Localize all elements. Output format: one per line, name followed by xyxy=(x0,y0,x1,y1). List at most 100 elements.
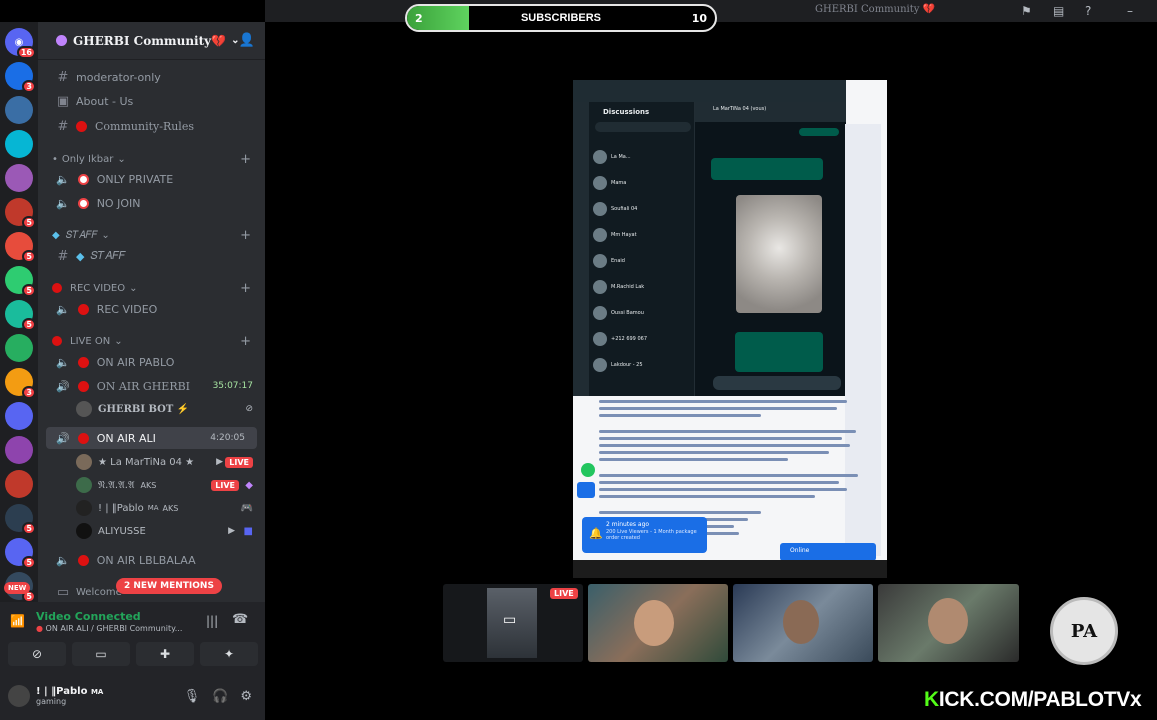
avatar xyxy=(76,401,92,417)
voice-user-pablo[interactable]: ! | ‖Pablo MA AKS 🎮 xyxy=(76,497,265,519)
user-prefix: MA xyxy=(147,504,159,512)
voice-message[interactable] xyxy=(711,158,823,180)
video-message-thumbnail[interactable] xyxy=(736,195,822,313)
server-icon[interactable]: 5 xyxy=(5,198,36,229)
whatsapp-search[interactable] xyxy=(595,122,691,132)
webcam-user-3[interactable] xyxy=(878,584,1019,662)
search-float-icon[interactable] xyxy=(577,482,595,498)
server-icon[interactable] xyxy=(5,334,33,362)
order-notification[interactable]: 2 minutes ago 200 Live Viewers - 1 Month… xyxy=(582,517,707,553)
chat-widget[interactable]: Online xyxy=(780,543,876,561)
server-icon[interactable] xyxy=(5,130,33,158)
speaker-icon: 🔊 xyxy=(56,379,70,393)
channel-on-air-gherbi[interactable]: 🔊 ON AIR GHERBI 35:07:17 xyxy=(38,375,265,397)
add-channel-icon[interactable]: + xyxy=(240,152,251,167)
category-staff[interactable]: ◆ 𝑆𝑇𝐴𝐹𝐹 ⌄ + xyxy=(38,226,265,244)
chat-list-item[interactable]: Oussi Bamou xyxy=(593,302,691,324)
microphone-icon[interactable]: 🎙 xyxy=(184,689,201,704)
server-icon[interactable]: 3 xyxy=(5,62,36,93)
channel-on-air-pablo[interactable]: 🔈 ON AIR PABLO xyxy=(38,351,265,373)
chat-list-item[interactable]: Enaid xyxy=(593,250,691,272)
screen-share-view[interactable]: Discussions La Ma... Mama Soufiali 04 Mm Ha… xyxy=(573,80,887,578)
record-icon xyxy=(77,432,89,444)
user-panel[interactable]: ! | ‖Pablo MA gaming 🎙 🎧 ⚙ xyxy=(8,678,258,714)
discord-home-icon[interactable]: ◉ 16 xyxy=(5,28,36,59)
voice-user-gherbi-bot[interactable]: GHERBI BOT ⚡ ⊘ xyxy=(76,398,265,420)
record-icon xyxy=(77,303,89,315)
webcam-user-1[interactable] xyxy=(588,584,728,662)
channel-staff[interactable]: # ◆ 𝑆𝑇𝐴𝐹𝐹 xyxy=(38,245,265,267)
chat-name: +212 699 067 xyxy=(611,336,647,342)
add-channel-icon[interactable]: + xyxy=(240,334,251,349)
chat-list-item[interactable]: M.Rachid Lak xyxy=(593,276,691,298)
channel-on-air-lblbalaa[interactable]: 🔈 ON AIR LBLBALAA xyxy=(38,549,265,571)
server-icon[interactable] xyxy=(5,402,33,430)
chat-list-item[interactable]: La Ma... xyxy=(593,146,691,168)
server-icon[interactable] xyxy=(5,470,33,498)
server-header[interactable]: GHERBI Community💔 ⌄ 👤 xyxy=(38,22,265,60)
server-icon[interactable]: 5 xyxy=(5,504,36,535)
help-icon[interactable]: ? xyxy=(1085,4,1091,18)
channel-only-private[interactable]: 🔈 ONLY PRIVATE xyxy=(38,168,265,190)
minimize-icon[interactable]: – xyxy=(1127,4,1133,18)
disconnect-icon[interactable]: ☎ xyxy=(232,612,248,627)
noise-suppression-icon[interactable]: ||| xyxy=(206,614,218,628)
chat-list-item[interactable]: Mm Hayat xyxy=(593,224,691,246)
server-icon[interactable]: 5 xyxy=(5,232,36,263)
chat-list-item[interactable]: Lakdour - 25 xyxy=(593,354,691,376)
server-icon[interactable]: 3 xyxy=(5,368,36,399)
channel-label: ON AIR PABLO xyxy=(96,355,175,369)
channel-moderator-only[interactable]: # moderator-only xyxy=(38,66,265,88)
category-only-ikbar[interactable]: • Only Ikbar ⌄ + xyxy=(38,150,265,168)
voice-connection-panel: 📶 Video Connected ● ON AIR ALI / GHERBI … xyxy=(0,602,265,720)
settings-icon[interactable]: ⚙ xyxy=(240,689,252,704)
link-message[interactable] xyxy=(735,332,823,372)
new-mentions-pill[interactable]: 2 NEW MENTIONS xyxy=(116,578,222,594)
flag-icon[interactable]: ⚑ xyxy=(1021,4,1032,18)
voice-location[interactable]: ● ON AIR ALI / GHERBI Community... xyxy=(36,624,182,633)
voice-status[interactable]: Video Connected xyxy=(36,610,141,623)
voice-user-naaa[interactable]: 𝔑.𝔄.𝔄.𝔄AKS▶LIVE◆ xyxy=(76,474,265,496)
new-pill[interactable]: NEW xyxy=(4,582,31,594)
chat-list-item[interactable]: Mama xyxy=(593,172,691,194)
invite-icon[interactable]: 👤 xyxy=(239,33,255,48)
category-rec-video[interactable]: REC VIDEO ⌄ + xyxy=(38,279,265,297)
inbox-icon[interactable]: ▤ xyxy=(1053,4,1064,18)
chat-list-item[interactable]: Soufiali 04 xyxy=(593,198,691,220)
signal-icon[interactable]: 📶 xyxy=(10,614,25,628)
add-channel-icon[interactable]: + xyxy=(240,228,251,243)
server-icon[interactable]: 5 xyxy=(5,300,36,331)
screen-share-button[interactable]: ▭ xyxy=(72,642,130,666)
voice-user-lamartina[interactable]: ★ La MarTiNa 04 ★ ▶ LIVE xyxy=(76,451,265,473)
text-line xyxy=(599,511,761,514)
chat-list-item[interactable]: +212 699 067 xyxy=(593,328,691,350)
soundboard-button[interactable]: ✦ xyxy=(200,642,258,666)
headphones-icon[interactable]: 🎧 xyxy=(212,689,228,704)
server-icon[interactable] xyxy=(5,436,33,464)
chat-name: Soufiali 04 xyxy=(611,206,638,212)
channel-about-us[interactable]: ▣ About - Us xyxy=(38,90,265,112)
server-icon[interactable] xyxy=(5,164,33,192)
my-status: gaming xyxy=(36,697,67,706)
whatsapp-float-icon[interactable] xyxy=(581,463,595,477)
channel-community-rules[interactable]: # Community-Rules xyxy=(38,115,265,137)
channel-label: ON AIR GHERBI xyxy=(96,379,191,393)
voice-user-aliyusse[interactable]: ALIYUSSE ▶ ■ xyxy=(76,520,265,542)
camera-off-button[interactable]: ⊘ xyxy=(8,642,66,666)
server-badge: 5 xyxy=(22,284,36,297)
category-label: Only Ikbar xyxy=(61,153,114,165)
webcam-user-2[interactable] xyxy=(733,584,873,662)
channel-rec-video[interactable]: 🔈 REC VIDEO xyxy=(38,298,265,320)
channel-on-air-ali[interactable]: 🔊 ON AIR ALI 4:20:05 xyxy=(46,427,257,449)
activities-button[interactable]: ✚ xyxy=(136,642,194,666)
channel-label: About - Us xyxy=(76,94,134,108)
message-input[interactable] xyxy=(713,376,841,390)
voice-location-label: ON AIR ALI / GHERBI Community... xyxy=(45,624,183,633)
server-icon[interactable]: 5 xyxy=(5,266,36,297)
channel-no-join[interactable]: 🔈 NO JOIN xyxy=(38,192,265,214)
add-channel-icon[interactable]: + xyxy=(240,281,251,296)
avatar xyxy=(593,280,607,294)
category-live-on[interactable]: LIVE ON ⌄ + xyxy=(38,332,265,350)
server-icon[interactable] xyxy=(5,96,33,124)
server-icon[interactable]: 5 xyxy=(5,538,36,569)
